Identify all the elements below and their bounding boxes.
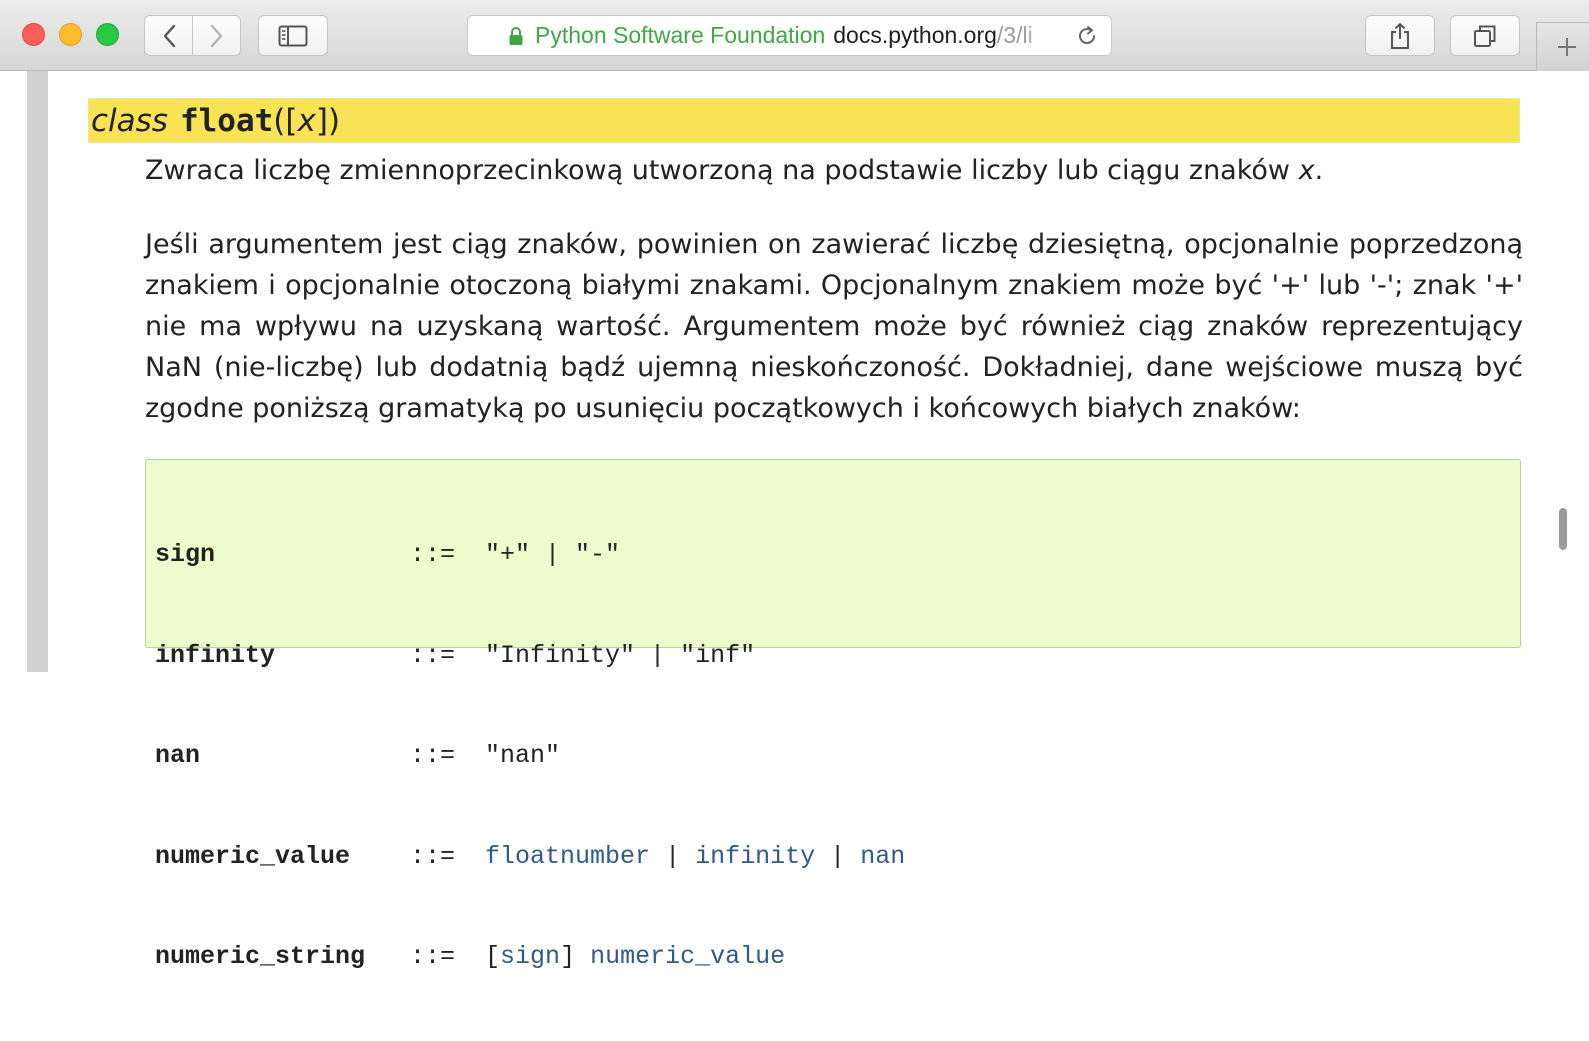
grammar-op: ::= bbox=[410, 741, 456, 770]
url-text: Python Software Foundation docs.python.o… bbox=[508, 16, 1059, 55]
grammar-link-nan[interactable]: nan bbox=[860, 842, 905, 871]
grammar-lhs: sign bbox=[155, 540, 216, 569]
grammar-rhs: "nan" bbox=[485, 741, 561, 770]
forward-button[interactable] bbox=[192, 15, 241, 56]
grammar-link-sign[interactable]: sign bbox=[500, 942, 560, 971]
grammar-rule: numeric_string::= [sign] numeric_value bbox=[155, 940, 905, 974]
plus-icon bbox=[1557, 38, 1576, 56]
grammar-rhs: "+" | "-" bbox=[485, 540, 621, 569]
grammar-rule: infinity::= "Infinity" | "inf" bbox=[155, 639, 905, 673]
url-fade bbox=[1023, 18, 1063, 53]
scrollbar-thumb[interactable] bbox=[1559, 508, 1567, 550]
url-host: docs.python.org bbox=[833, 22, 997, 48]
address-bar[interactable]: Python Software Foundation docs.python.o… bbox=[467, 15, 1112, 56]
description-text: Zwraca liczbę zmiennoprzecinkową utworzo… bbox=[145, 155, 1299, 186]
back-button[interactable] bbox=[144, 15, 193, 56]
tabs-icon bbox=[1474, 25, 1496, 47]
grammar-bracket-open: [ bbox=[485, 942, 501, 971]
grammar-lhs: numeric_value bbox=[155, 841, 351, 871]
share-icon bbox=[1391, 22, 1409, 49]
signature-close: ]) bbox=[315, 102, 341, 139]
back-icon bbox=[163, 24, 175, 47]
sidebar-icon bbox=[278, 25, 308, 46]
grammar-lhs: numeric_string bbox=[155, 942, 366, 971]
grammar-op: ::= bbox=[410, 540, 456, 569]
grammar-op: ::= bbox=[410, 640, 456, 670]
signature-open: ([ bbox=[273, 102, 298, 139]
signature-param: x bbox=[297, 102, 316, 139]
grammar-listing: sign::= "+" | "-" infinity::= "Infinity"… bbox=[155, 471, 905, 1041]
grammar-rule: nan::= "nan" bbox=[155, 739, 905, 773]
zoom-window-button[interactable] bbox=[96, 23, 119, 46]
grammar-code-block: sign::= "+" | "-" infinity::= "Infinity"… bbox=[145, 459, 1521, 971]
description-end: . bbox=[1314, 155, 1324, 186]
show-tabs-button[interactable] bbox=[1450, 15, 1520, 56]
grammar-link-numeric-value[interactable]: numeric_value bbox=[590, 942, 785, 971]
grammar-sep: | bbox=[830, 841, 846, 871]
grammar-rule: sign::= "+" | "-" bbox=[155, 538, 905, 572]
grammar-rhs: "Infinity" | "inf" bbox=[485, 640, 756, 670]
signature-keyword: class bbox=[91, 102, 168, 139]
grammar-lhs: nan bbox=[155, 741, 201, 770]
grammar-op: ::= bbox=[410, 942, 456, 971]
grammar-link-floatnumber[interactable]: floatnumber bbox=[485, 842, 650, 871]
left-page-gutter bbox=[27, 71, 48, 672]
browser-toolbar: Python Software Foundation docs.python.o… bbox=[0, 0, 1589, 71]
grammar-op: ::= bbox=[410, 841, 456, 871]
class-signature: class float ([x]) bbox=[88, 98, 1520, 143]
share-button[interactable] bbox=[1365, 15, 1435, 56]
close-window-button[interactable] bbox=[22, 23, 45, 46]
new-tab-button[interactable] bbox=[1536, 22, 1589, 71]
description-paragraph: Zwraca liczbę zmiennoprzecinkową utworzo… bbox=[145, 152, 1525, 190]
grammar-bracket-close: ] bbox=[560, 942, 576, 971]
signature-name: float bbox=[179, 102, 274, 139]
sidebar-toggle-button[interactable] bbox=[258, 15, 328, 56]
grammar-lhs: infinity bbox=[155, 640, 276, 670]
forward-icon bbox=[210, 24, 222, 47]
details-paragraph: Jeśli argumentem jest ciąg znaków, powin… bbox=[145, 229, 1523, 424]
minimize-window-button[interactable] bbox=[59, 23, 82, 46]
grammar-link-infinity[interactable]: infinity bbox=[695, 842, 815, 871]
grammar-sep: | bbox=[665, 841, 681, 871]
reload-icon[interactable] bbox=[1075, 24, 1099, 48]
grammar-rule: numeric_value::= floatnumber | infinity … bbox=[155, 840, 905, 874]
site-owner-label: Python Software Foundation bbox=[535, 22, 826, 48]
description-var: x bbox=[1298, 155, 1315, 186]
